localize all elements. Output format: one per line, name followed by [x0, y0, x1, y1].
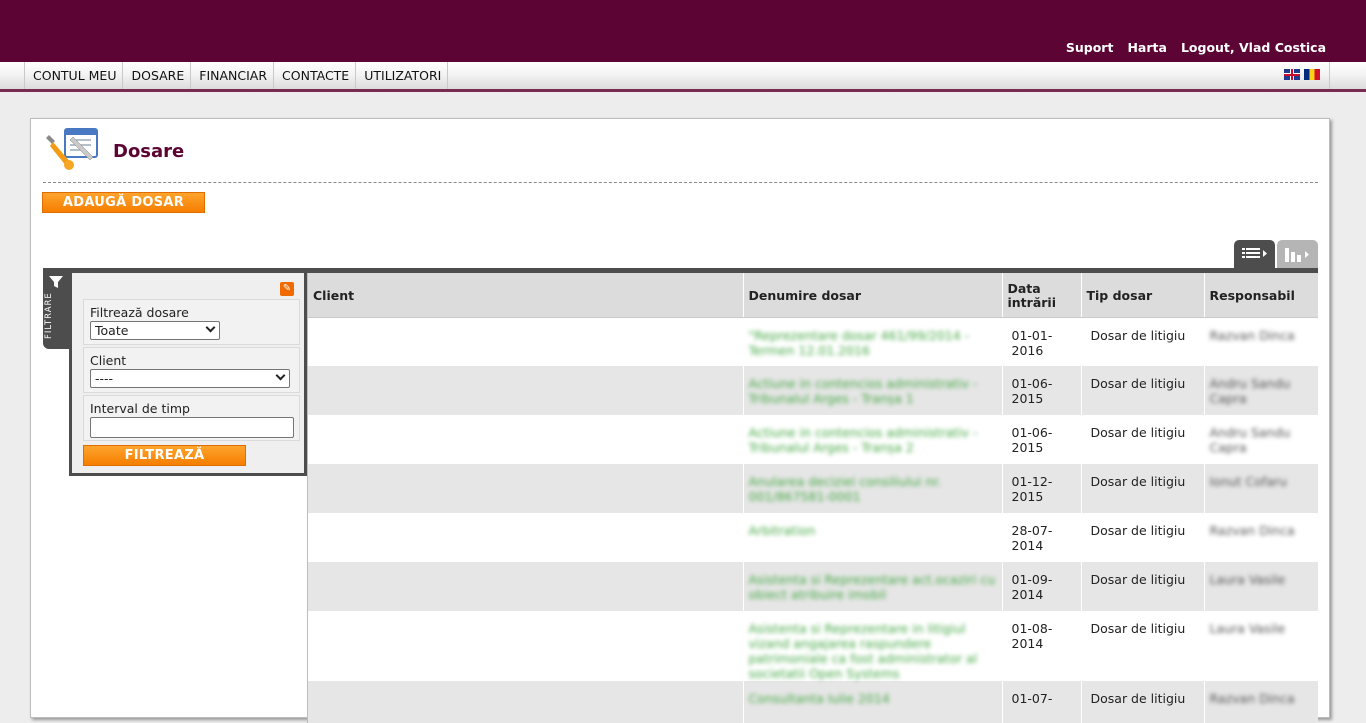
- cell-client: [308, 681, 744, 723]
- filter-group-interval: Interval de timp: [83, 395, 300, 441]
- dossier-link[interactable]: "Reprezentare dosar 461/99/2014 - Termen…: [749, 328, 970, 358]
- filter-panel: ✎ Filtrează dosare Toate Client ---- Int…: [69, 273, 307, 476]
- files-tools-icon: [46, 128, 98, 170]
- col-responsabil[interactable]: Responsabil: [1204, 273, 1318, 318]
- interval-input[interactable]: [90, 417, 294, 438]
- nav-contul-meu[interactable]: CONTUL MEU: [24, 62, 122, 89]
- cell-date: 01-07-: [1002, 681, 1082, 723]
- table-row[interactable]: Consultanta Iulie 2014 01-07- Dosar de l…: [308, 681, 1318, 723]
- cell-responsible: Andru Sandu Capra: [1209, 425, 1291, 455]
- col-client[interactable]: Client: [308, 273, 744, 318]
- dossier-link[interactable]: Actiune in contencios administrativ - Tr…: [749, 376, 978, 406]
- dossier-link[interactable]: Arbitration: [749, 523, 816, 538]
- nav-utilizatori[interactable]: UTILIZATORI: [355, 62, 449, 89]
- support-link[interactable]: Suport: [1066, 40, 1114, 55]
- cell-client: [308, 464, 744, 513]
- client-select-value: ----: [95, 371, 114, 386]
- table-header-row: Client Denumire dosar Data intrării Tip …: [308, 273, 1318, 318]
- cell-type: Dosar de litigiu: [1081, 681, 1205, 723]
- cell-date: 01-12-2015: [1002, 464, 1082, 513]
- dossier-link[interactable]: Consultanta Iulie 2014: [749, 691, 890, 706]
- cell-responsible: Laura Vasile: [1209, 621, 1286, 636]
- cell-responsible: Ionut Cofaru: [1209, 474, 1288, 489]
- cell-client: [308, 415, 744, 464]
- cell-responsible: Razvan Dinca: [1209, 327, 1295, 343]
- table-row[interactable]: Anularea deciziei consiliului nr. 001/86…: [308, 464, 1318, 513]
- cell-type: Dosar de litigiu: [1081, 366, 1205, 415]
- dossier-link[interactable]: Asistenta si Reprezentare in litigiul vi…: [749, 621, 978, 681]
- filter-dosare-label: Filtrează dosare: [90, 305, 189, 320]
- logout-link[interactable]: Logout, Vlad Costica: [1181, 40, 1326, 55]
- table-row[interactable]: Asistenta si Reprezentare act.ocaziri cu…: [308, 562, 1318, 611]
- cell-type: Dosar de litigiu: [1081, 415, 1205, 464]
- nav-contacte[interactable]: CONTACTE: [273, 62, 355, 89]
- filter-group-client: Client ----: [83, 347, 300, 393]
- cell-type: Dosar de litigiu: [1081, 513, 1205, 562]
- cell-client: [308, 611, 744, 681]
- col-tip[interactable]: Tip dosar: [1081, 273, 1205, 318]
- cell-client: [308, 317, 744, 366]
- cell-date: 01-08-2014: [1002, 611, 1082, 681]
- top-links: Suport Harta Logout, Vlad Costica: [1066, 40, 1326, 55]
- list-view-toggle[interactable]: [1234, 240, 1275, 268]
- filter-button[interactable]: FILTREAZĂ: [83, 445, 246, 466]
- nav-financiar[interactable]: FINANCIAR: [190, 62, 273, 89]
- cell-responsible: Andru Sandu Capra: [1209, 376, 1291, 406]
- filter-tab-label: FILTRARE: [44, 292, 54, 339]
- filter-tab[interactable]: FILTRARE: [43, 269, 69, 349]
- chart-view-toggle[interactable]: [1277, 240, 1318, 268]
- cell-client: [308, 366, 744, 415]
- cell-type: Dosar de litigiu: [1081, 464, 1205, 513]
- cell-responsible: Razvan Dinca: [1209, 691, 1295, 706]
- dossiers-table: Client Denumire dosar Data intrării Tip …: [307, 273, 1318, 723]
- table-row[interactable]: Actiune in contencios administrativ - Tr…: [308, 366, 1318, 415]
- client-select[interactable]: ----: [90, 369, 290, 388]
- table-row[interactable]: "Reprezentare dosar 461/99/2014 - Termen…: [308, 317, 1318, 366]
- romanian-flag-icon[interactable]: [1304, 69, 1320, 80]
- pin-icon[interactable]: ✎: [280, 282, 294, 296]
- cell-client: [308, 562, 744, 611]
- filter-client-label: Client: [90, 353, 127, 368]
- col-denumire[interactable]: Denumire dosar: [743, 273, 1003, 318]
- chevron-down-icon: [275, 370, 286, 381]
- nav-dosare[interactable]: DOSARE: [122, 62, 190, 89]
- dossier-link[interactable]: Asistenta si Reprezentare act.ocaziri cu…: [749, 572, 996, 602]
- cell-date: 01-06-2015: [1002, 366, 1082, 415]
- cell-date: 28-07-2014: [1002, 513, 1082, 562]
- title-divider: [43, 182, 1318, 183]
- cell-type: Dosar de litigiu: [1081, 611, 1205, 681]
- chevron-down-icon: [205, 322, 216, 333]
- cell-date: 01-09-2014: [1002, 562, 1082, 611]
- table-row[interactable]: Actiune in contencios administrativ - Tr…: [308, 415, 1318, 464]
- dossier-link[interactable]: Actiune in contencios administrativ - Tr…: [749, 425, 978, 455]
- cell-responsible: Razvan Dinca: [1209, 523, 1295, 538]
- cell-type: Dosar de litigiu: [1081, 317, 1205, 366]
- funnel-icon: [49, 276, 63, 288]
- page-title: Dosare: [113, 141, 185, 162]
- nav-divider: [1329, 62, 1330, 89]
- table-row[interactable]: Arbitration 28-07-2014 Dosar de litigiu …: [308, 513, 1318, 562]
- table-row[interactable]: Asistenta si Reprezentare in litigiul vi…: [308, 611, 1318, 681]
- cell-date: 01-01-2016: [1002, 317, 1082, 366]
- dossier-link[interactable]: Anularea deciziei consiliului nr. 001/86…: [749, 474, 942, 504]
- list-icon: [1242, 248, 1267, 258]
- cell-responsible: Laura Vasile: [1209, 572, 1286, 587]
- filter-group-dosare: Filtrează dosare Toate: [83, 299, 300, 345]
- english-flag-icon[interactable]: [1284, 69, 1300, 80]
- content-panel: Dosare ADAUGĂ DOSAR FILTRARE ✎ Filtrează…: [30, 118, 1330, 723]
- filter-interval-label: Interval de timp: [90, 401, 190, 416]
- cell-type: Dosar de litigiu: [1081, 562, 1205, 611]
- col-data[interactable]: Data intrării: [1002, 273, 1082, 318]
- dosare-select[interactable]: Toate: [90, 321, 220, 340]
- dosare-select-value: Toate: [95, 323, 129, 338]
- main-nav: CONTUL MEU DOSARE FINANCIAR CONTACTE UTI…: [0, 62, 1366, 92]
- map-link[interactable]: Harta: [1127, 40, 1166, 55]
- cell-client: [308, 513, 744, 562]
- cell-date: 01-06-2015: [1002, 415, 1082, 464]
- top-header: Suport Harta Logout, Vlad Costica: [0, 0, 1366, 62]
- add-dossier-button[interactable]: ADAUGĂ DOSAR: [42, 192, 205, 213]
- bar-chart-icon: [1285, 248, 1309, 262]
